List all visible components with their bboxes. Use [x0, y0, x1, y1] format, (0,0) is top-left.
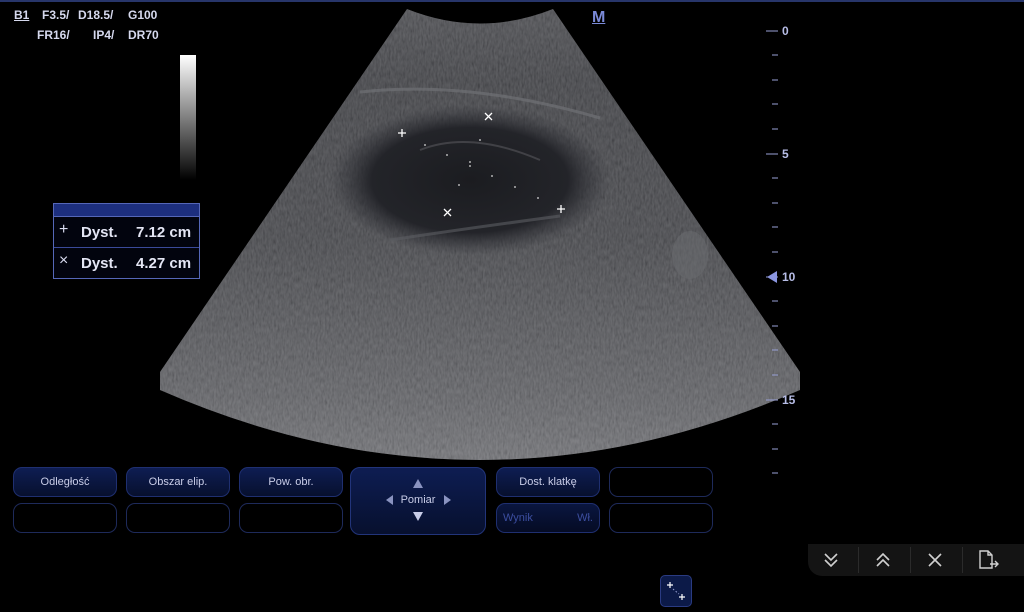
- empty-softkey: [13, 503, 117, 533]
- depth-label-10: 10: [782, 270, 796, 284]
- trace-area-button[interactable]: Pow. obr.: [239, 467, 343, 497]
- arrow-down-icon[interactable]: [413, 512, 423, 521]
- empty-softkey: [126, 503, 230, 533]
- empty-softkey: [609, 467, 713, 497]
- depth-label-5: 5: [782, 147, 789, 161]
- caliper-expand-icon: [667, 582, 685, 600]
- arrow-up-icon[interactable]: [413, 479, 423, 488]
- measure-navigator[interactable]: Pomiar: [350, 467, 486, 535]
- ellipse-area-button[interactable]: Obszar elip.: [126, 467, 230, 497]
- depth-label-0: 0: [782, 24, 789, 38]
- empty-softkey: [609, 503, 713, 533]
- adjust-frame-button[interactable]: Dost. klatkę: [496, 467, 600, 497]
- caliper-expand-button[interactable]: [660, 575, 692, 607]
- double-chevron-up-icon[interactable]: [860, 547, 911, 573]
- result-label: Wynik: [503, 512, 533, 524]
- close-icon[interactable]: [912, 547, 963, 573]
- export-file-icon[interactable]: [964, 547, 1014, 573]
- result-state: Wł.: [577, 512, 593, 524]
- double-chevron-down-icon[interactable]: [808, 547, 859, 573]
- depth-label-15: 15: [782, 393, 796, 407]
- result-toggle-button[interactable]: Wynik Wł.: [496, 503, 600, 533]
- focus-marker-icon[interactable]: [767, 271, 777, 283]
- measure-label: Pomiar: [400, 494, 436, 506]
- distance-button[interactable]: Odległość: [13, 467, 117, 497]
- empty-softkey: [239, 503, 343, 533]
- nav-panel: [808, 544, 1024, 576]
